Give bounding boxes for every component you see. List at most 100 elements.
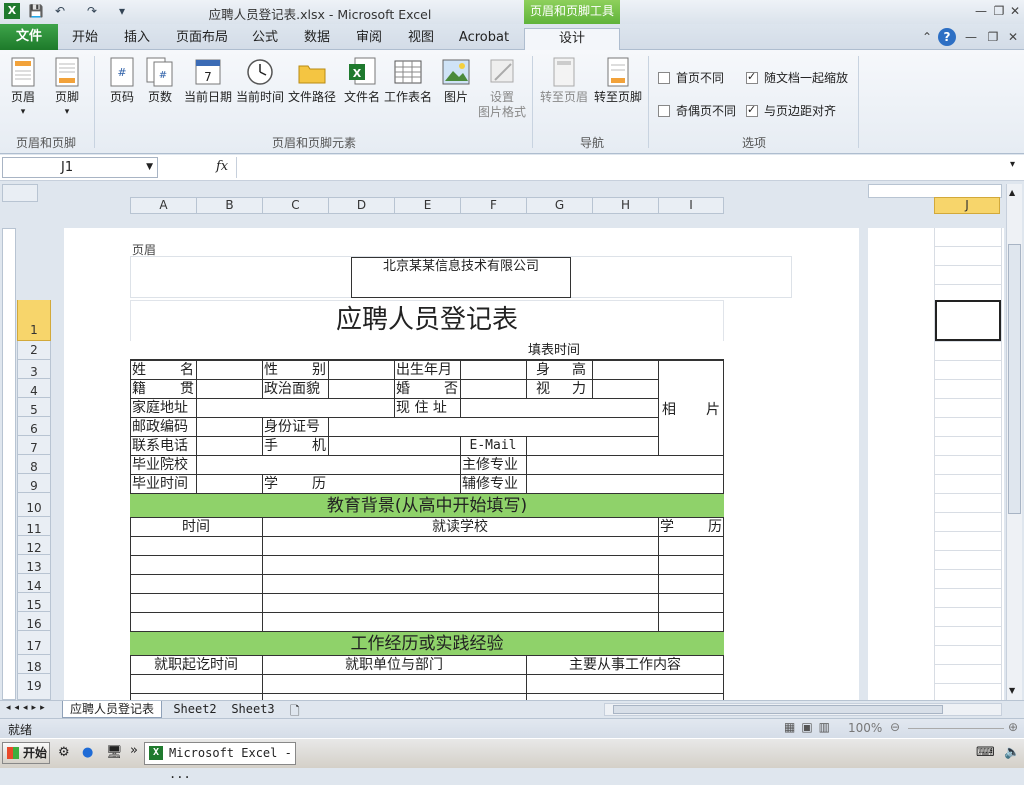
tab-acrobat[interactable]: Acrobat [456,28,512,50]
taskbar-overflow-icon[interactable]: » [130,743,138,758]
calendar-icon: 7 [193,56,223,88]
current-time-button[interactable]: 当前时间 [234,54,286,130]
row-header-14[interactable]: 14 [17,574,51,593]
tab-file[interactable]: 文件 [0,24,58,50]
col-header-e[interactable]: E [394,197,460,214]
sheet-name-button[interactable]: 工作表名 [382,54,434,130]
scroll-up-icon[interactable]: ▲ [1009,188,1015,197]
row-header-9[interactable]: 9 [17,474,51,493]
sheet-tab-active[interactable]: 应聘人员登记表 [62,701,162,718]
close-icon[interactable]: ✕ [1006,3,1024,19]
scroll-down-icon[interactable]: ▼ [1009,686,1015,695]
row-header-11[interactable]: 11 [17,517,51,536]
vertical-scrollbar[interactable]: ▲ ▼ [1006,184,1022,700]
row-header-13[interactable]: 13 [17,555,51,574]
row-header-12[interactable]: 12 [17,536,51,555]
browser-icon[interactable]: ● [82,745,93,760]
row-header-2[interactable]: 2 [17,341,51,360]
odd-even-different-checkbox[interactable]: 奇偶页不同 [658,102,736,119]
sheet-tab-2[interactable]: Sheet2 [168,701,222,718]
column-j-cells [934,228,1002,700]
format-picture-button[interactable]: 设置 图片格式 [476,54,528,130]
label-birth: 出生年月 [396,362,452,378]
row-header-7[interactable]: 7 [17,436,51,455]
row-header-8[interactable]: 8 [17,455,51,474]
tab-view[interactable]: 视图 [404,28,438,50]
col-header-j[interactable]: J [934,197,1000,214]
col-header-f[interactable]: F [460,197,526,214]
quicklaunch-icon-3[interactable]: 🖥 [106,745,123,760]
doc-minimize-icon[interactable]: — [962,29,980,45]
align-with-margins-checkbox[interactable]: 与页边距对齐 [746,102,836,119]
row-header-3[interactable]: 3 [17,360,51,379]
row-header-5[interactable]: 5 [17,398,51,417]
keyboard-icon[interactable]: ⌨ [976,745,995,760]
tab-design[interactable]: 设计 [524,28,620,50]
goto-header-button[interactable]: 转至页眉 [538,54,590,130]
row-header-16[interactable]: 16 [17,612,51,631]
row-header-15[interactable]: 15 [17,593,51,612]
expand-formula-bar-icon[interactable]: ▾ [1010,159,1015,170]
volume-icon[interactable]: 🔈 [1004,745,1020,760]
col-header-d[interactable]: D [328,197,394,214]
sheet-tab-3[interactable]: Sheet3 [228,701,278,718]
file-path-button[interactable]: 文件路径 [286,54,338,130]
zoom-level[interactable]: 100% [848,721,882,735]
row-header-6[interactable]: 6 [17,417,51,436]
name-box[interactable]: J1 ▼ [2,157,158,178]
row-header-17[interactable]: 17 [17,631,51,655]
start-button[interactable]: 开始 [2,742,50,764]
zoom-out-icon[interactable]: ⊖ [890,720,900,734]
row-header-1[interactable]: 1 [17,300,51,341]
col-header-g[interactable]: G [526,197,592,214]
doc-close-icon[interactable]: ✕ [1004,29,1022,45]
quicklaunch-icon-1[interactable]: ⚙ [58,745,70,760]
formula-input[interactable] [236,157,1006,178]
col-header-h[interactable]: H [592,197,658,214]
row-header-19[interactable]: 19 [17,674,51,700]
scale-with-document-checkbox[interactable]: 随文档一起缩放 [746,69,848,86]
horizontal-scroll-thumb[interactable] [613,705,943,714]
tab-insert[interactable]: 插入 [120,28,154,50]
col-header-a[interactable]: A [130,197,196,214]
vertical-scroll-thumb[interactable] [1008,244,1021,514]
tab-data[interactable]: 数据 [300,28,334,50]
first-page-different-checkbox[interactable]: 首页不同 [658,69,724,86]
row-header-18[interactable]: 18 [17,655,51,674]
doc-restore-icon[interactable]: ❐ [984,29,1002,45]
zoom-in-icon[interactable]: ⊕ [1008,720,1018,734]
row-header-4[interactable]: 4 [17,379,51,398]
tab-formulas[interactable]: 公式 [248,28,282,50]
insert-function-icon[interactable]: fx [216,159,228,174]
excel-taskbar-icon: X [149,746,163,760]
fill-time-label: 填表时间 [528,343,581,358]
tab-home[interactable]: 开始 [70,28,100,50]
name-box-dropdown-icon[interactable]: ▼ [146,158,153,177]
active-cell-j1[interactable] [935,300,1001,341]
col-header-i[interactable]: I [658,197,724,214]
select-all-corner[interactable] [2,184,38,202]
row-header-10[interactable]: 10 [17,493,51,517]
goto-footer-button[interactable]: 转至页脚 [592,54,644,130]
ribbon: 页眉 ▾ 页脚 ▾ 页眉和页脚 # 页码 # 页数 7 当前日期 当前时间 文件… [0,50,1024,154]
help-icon[interactable]: ? [938,28,956,46]
col-header-b[interactable]: B [196,197,262,214]
page-count-button[interactable]: # 页数 [134,54,186,130]
label-minor: 辅修专业 [462,476,518,492]
view-buttons-icon[interactable]: ▦▣▥ [784,720,836,734]
minimize-icon[interactable]: — [972,3,990,19]
sheet-nav-arrows-icon[interactable]: ◂◂◂▸▸ [6,703,49,713]
label-graduation-time: 毕业时间 [132,476,188,492]
taskbar-excel-window[interactable]: X Microsoft Excel - ... [144,742,296,781]
tab-review[interactable]: 审阅 [352,28,386,50]
zoom-slider[interactable] [908,728,1004,729]
col-header-c[interactable]: C [262,197,328,214]
ribbon-collapse-icon[interactable]: ⌃ [918,29,936,45]
tab-page-layout[interactable]: 页面布局 [174,28,230,50]
horizontal-scrollbar[interactable] [604,703,1002,716]
header-button[interactable]: 页眉 ▾ [0,54,46,130]
file-name-button[interactable]: X 文件名 [336,54,388,130]
current-date-button[interactable]: 7 当前日期 [182,54,234,130]
picture-button[interactable]: 图片 [430,54,482,130]
footer-button[interactable]: 页脚 ▾ [44,54,90,130]
